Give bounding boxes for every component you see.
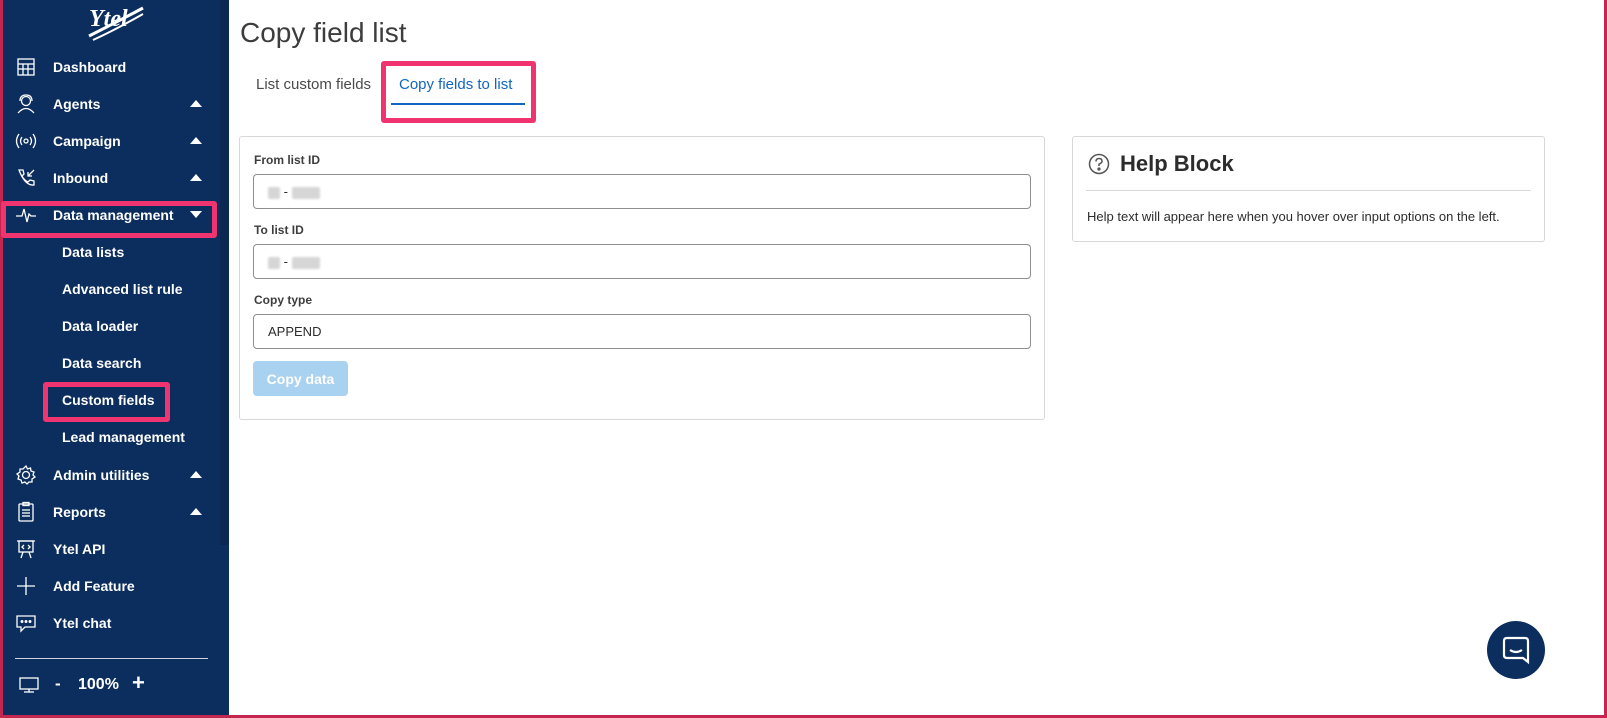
redacted-value	[291, 186, 320, 199]
help-divider	[1086, 190, 1531, 191]
chat-bubble-icon	[1502, 636, 1530, 665]
highlight-custom-fields	[43, 382, 170, 422]
help-block-title: Help Block	[1120, 151, 1234, 176]
sidebar-item-label: Reports	[53, 504, 106, 520]
plus-icon	[15, 575, 37, 597]
sidebar-item-label: Dashboard	[53, 59, 127, 75]
sidebar-subitem-data-loader[interactable]: Data loader	[62, 318, 138, 334]
api-icon	[15, 538, 37, 560]
highlight-data-management	[1, 201, 217, 238]
broadcast-icon	[15, 130, 37, 152]
chat-launcher-button[interactable]	[1487, 621, 1545, 679]
sidebar-item-label: Ytel API	[53, 541, 106, 557]
sidebar-subitem-advanced-list-rule[interactable]: Advanced list rule	[62, 281, 183, 297]
help-text: Help text will appear here when you hove…	[1087, 209, 1500, 224]
zoom-control: - 100% +	[3, 670, 220, 700]
sidebar-item-add-feature[interactable]: Add Feature	[3, 568, 220, 604]
sidebar-item-label: Campaign	[53, 133, 121, 149]
page-title: Copy field list	[240, 17, 407, 48]
question-circle-icon	[1088, 153, 1110, 175]
copy-data-button[interactable]: Copy data	[253, 361, 348, 396]
sidebar-item-ytel-api[interactable]: Ytel API	[3, 531, 220, 567]
from-list-id-label: From list ID	[254, 153, 321, 167]
sidebar-item-inbound[interactable]: Inbound	[3, 160, 220, 196]
chevron-up-icon[interactable]	[190, 137, 202, 144]
list-id-separator: -	[283, 184, 288, 199]
zoom-out-button[interactable]: -	[55, 674, 61, 694]
highlight-copy-fields-tab	[381, 61, 536, 123]
zoom-level: 100%	[78, 676, 119, 693]
gear-icon	[15, 464, 37, 486]
sidebar-item-reports[interactable]: Reports	[3, 494, 220, 530]
sidebar-item-label: Admin utilities	[53, 467, 150, 483]
copy-type-value: APPEND	[268, 324, 322, 339]
redacted-value	[268, 186, 280, 199]
monitor-icon[interactable]	[18, 676, 40, 694]
sidebar-subitem-data-lists[interactable]: Data lists	[62, 244, 124, 260]
sidebar-item-campaign[interactable]: Campaign	[3, 123, 220, 159]
sidebar-divider	[15, 658, 208, 659]
tab-list-custom-fields[interactable]: List custom fields	[256, 76, 371, 93]
agent-icon	[15, 93, 37, 115]
copy-type-label: Copy type	[254, 293, 313, 307]
sidebar-subitem-data-search[interactable]: Data search	[62, 355, 141, 371]
sidebar-item-dashboard[interactable]: Dashboard	[3, 49, 220, 85]
inbound-call-icon	[15, 167, 37, 189]
sidebar-item-label: Ytel chat	[53, 615, 112, 631]
sidebar: Ytel Dashboard Agents Campaign Inbound D…	[1, 0, 229, 715]
sidebar-scrollbar[interactable]	[220, 0, 229, 545]
dashboard-icon	[15, 56, 37, 78]
to-list-id-label: To list ID	[254, 223, 304, 237]
to-list-id-select[interactable]: -	[253, 244, 1031, 279]
from-list-id-select[interactable]: -	[253, 174, 1031, 209]
chat-icon	[15, 612, 37, 634]
sidebar-item-agents[interactable]: Agents	[3, 86, 220, 122]
zoom-in-button[interactable]: +	[132, 670, 145, 696]
copy-type-select[interactable]: APPEND	[253, 314, 1031, 349]
sidebar-item-label: Add Feature	[53, 578, 135, 594]
sidebar-item-label: Agents	[53, 96, 101, 112]
chevron-up-icon[interactable]	[190, 100, 202, 107]
chevron-up-icon[interactable]	[190, 174, 202, 181]
chevron-up-icon[interactable]	[190, 508, 202, 515]
sidebar-subitem-lead-management[interactable]: Lead management	[62, 429, 185, 445]
ytel-logo[interactable]: Ytel	[85, 2, 147, 42]
clipboard-icon	[15, 501, 37, 523]
redacted-value	[268, 256, 280, 269]
sidebar-item-ytel-chat[interactable]: Ytel chat	[3, 605, 220, 641]
sidebar-item-label: Inbound	[53, 170, 109, 186]
chevron-up-icon[interactable]	[190, 471, 202, 478]
redacted-value	[291, 256, 320, 269]
sidebar-item-admin-utilities[interactable]: Admin utilities	[3, 457, 220, 493]
list-id-separator: -	[283, 254, 288, 269]
